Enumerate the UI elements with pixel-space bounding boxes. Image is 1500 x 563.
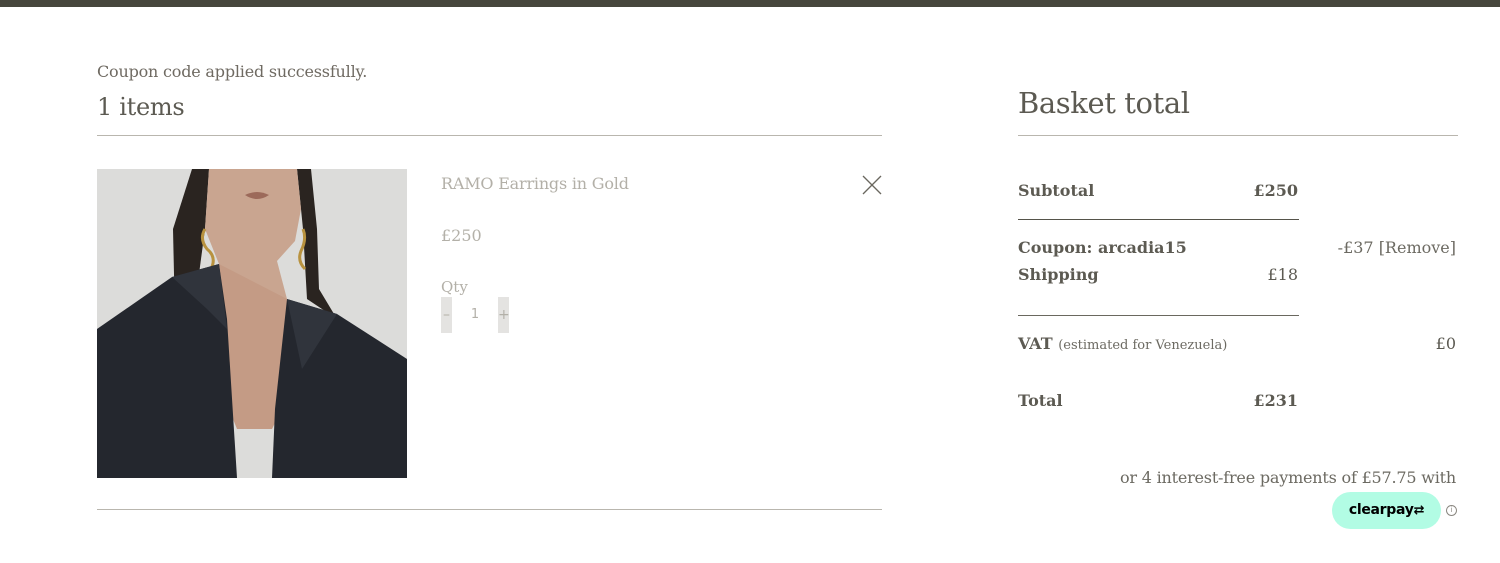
- subtotal-label: Subtotal: [1018, 181, 1095, 200]
- vat-value: £0: [1435, 334, 1456, 353]
- clearpay-label: clearpay: [1348, 502, 1414, 518]
- product-name[interactable]: RAMO Earrings in Gold: [441, 174, 629, 193]
- shipping-divider: [1018, 315, 1299, 316]
- vat-label-row: VAT (estimated for Venezuela): [1018, 334, 1227, 353]
- top-bar: [0, 0, 1500, 7]
- subtotal-divider: [1018, 219, 1299, 220]
- items-footer-divider: [97, 509, 882, 510]
- basket-total-heading: Basket total: [1018, 86, 1190, 120]
- close-icon[interactable]: [860, 173, 884, 197]
- coupon-success-notice: Coupon code applied successfully.: [97, 62, 368, 81]
- subtotal-value: £250: [1253, 181, 1298, 200]
- qty-label: Qty: [441, 278, 468, 296]
- items-count-heading: 1 items: [97, 93, 185, 121]
- qty-increase-button[interactable]: +: [498, 297, 510, 333]
- shipping-value: £18: [1267, 265, 1298, 284]
- basket-header-divider: [1018, 135, 1458, 136]
- total-value: £231: [1253, 391, 1298, 410]
- qty-input[interactable]: 1: [455, 297, 495, 333]
- total-label: Total: [1018, 391, 1063, 410]
- shipping-label: Shipping: [1018, 265, 1099, 284]
- clearpay-arrows-icon: ⇄: [1413, 503, 1425, 518]
- qty-decrease-button[interactable]: –: [441, 297, 452, 333]
- coupon-label: Coupon: arcadia15: [1018, 238, 1187, 257]
- vat-estimate-note: (estimated for Venezuela): [1058, 338, 1228, 353]
- product-image[interactable]: [97, 169, 407, 478]
- clearpay-badge[interactable]: clearpay⇄: [1332, 492, 1441, 529]
- installments-text: or 4 interest-free payments of £57.75 wi…: [1119, 468, 1456, 487]
- coupon-remove-link[interactable]: -£37 [Remove]: [1338, 238, 1456, 257]
- vat-label: VAT: [1018, 334, 1053, 353]
- product-price: £250: [441, 226, 482, 245]
- items-header-divider: [97, 135, 882, 136]
- info-icon[interactable]: i: [1446, 505, 1457, 516]
